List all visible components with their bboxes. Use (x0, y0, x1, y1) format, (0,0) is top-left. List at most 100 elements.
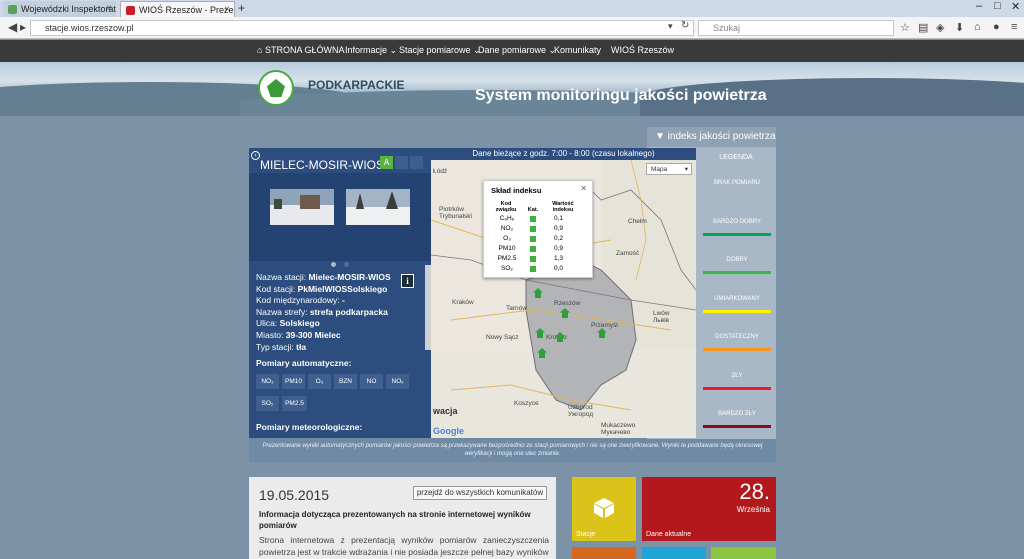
tile-dane-aktualne[interactable]: 28. Września Dane aktualne (642, 477, 776, 541)
station-info: Nazwa stacji: Mielec-MOSIR-WIOS Kod stacj… (256, 272, 391, 353)
gallery-dot[interactable] (331, 262, 336, 267)
forward-icon[interactable]: ▸ (20, 20, 26, 34)
menu-dane-pomiarowe[interactable]: Dane pomiarowe ⌄ (478, 45, 556, 56)
station-photo[interactable] (346, 189, 410, 225)
menu-komunikaty[interactable]: Komunikaty (554, 45, 601, 55)
chevron-down-icon: ▾ (684, 166, 688, 173)
menu-stacje-pomiarowe[interactable]: Stacje pomiarowe ⌄ (399, 45, 481, 56)
legend-item-label: BARDZO ZŁY (718, 411, 756, 417)
measurement-chip[interactable]: O₃ (308, 374, 331, 389)
info-icon[interactable]: i (401, 274, 414, 288)
dropdown-icon[interactable]: ▾ (668, 21, 673, 32)
popup-header-cat: Kat. (527, 207, 539, 213)
tile-label: Stacje (576, 531, 596, 538)
close-tab-icon[interactable]: × (224, 4, 230, 15)
reading-list-icon[interactable]: ▤ (918, 21, 928, 34)
station-field-label: Miasto: (256, 329, 286, 340)
measurement-chip[interactable]: PM2.5 (282, 396, 307, 411)
close-window-button[interactable]: ✕ (1011, 0, 1020, 13)
collapse-icon[interactable]: ‹ (251, 151, 260, 160)
close-icon[interactable]: ✕ (580, 184, 587, 193)
home-icon[interactable]: ⌂ (974, 21, 981, 33)
measurement-chip[interactable]: NO₂ (256, 374, 279, 389)
station-field: Nazwa strefy: strefa podkarpacka (256, 307, 391, 319)
google-logo: Google (433, 426, 464, 436)
menu-wios-rzeszow[interactable]: WIOŚ Rzeszów (611, 45, 674, 55)
legend-color-bar (703, 387, 771, 390)
back-icon[interactable]: ◀ (8, 20, 17, 34)
map-label-lodz: Łódź (433, 168, 448, 175)
popup-title: Skład indeksu (491, 186, 542, 195)
tile-partial[interactable] (572, 547, 636, 559)
measurement-chip[interactable]: SO₂ (256, 396, 279, 411)
current-data-header: Dane bieżące z godz. 7:00 - 8:00 (czasu … (431, 148, 696, 160)
category-square (530, 226, 536, 232)
chat-icon[interactable]: ● (993, 21, 1000, 33)
region-logo[interactable] (258, 70, 294, 106)
legend-color-bar (703, 310, 771, 313)
station-field-value: Mielec-MOSIR-WIOS (308, 272, 391, 282)
tile-partial[interactable] (711, 547, 776, 559)
category-square (530, 266, 536, 272)
legend-item-label: ZŁY (731, 373, 743, 379)
news-date: 19.05.2015 (259, 487, 330, 503)
station-panel: ‹ MIELEC-MOSIR-WIOS A Nazwa stacji: Miel… (249, 148, 431, 438)
popup-value: 1,3 (554, 255, 564, 262)
maximize-button[interactable]: □ (994, 0, 1001, 12)
reload-icon[interactable]: ↻ (681, 20, 689, 31)
system-title: System monitoringu jakości powietrza (475, 87, 767, 104)
measurement-chip[interactable]: NO (360, 374, 383, 389)
tile-stacje[interactable]: Stacje (572, 477, 636, 541)
new-tab-button[interactable]: + (238, 1, 245, 15)
favicon-icon (8, 5, 17, 14)
url-bar[interactable]: stacje.wios.rzeszow.pl (30, 20, 694, 36)
measurement-chip[interactable]: PM10 (282, 374, 305, 389)
close-tab-icon[interactable]: × (106, 3, 112, 14)
menu-home[interactable]: ⌂ STRONA GŁÓWNA (257, 45, 344, 55)
category-square (530, 216, 536, 222)
aqi-placeholder (395, 156, 408, 169)
site-menu: ⌂ STRONA GŁÓWNA Informacje ⌄ Stacje pomi… (0, 40, 1024, 62)
all-news-button[interactable]: przejdź do wszystkich komunikatów (413, 486, 547, 500)
station-field: Nazwa stacji: Mielec-MOSIR-WIOS (256, 272, 391, 284)
measurement-chip[interactable]: BZN (334, 374, 357, 389)
minimize-button[interactable]: – (976, 0, 982, 12)
station-field-value: - (342, 295, 345, 306)
browser-tab-active[interactable]: WIOŚ Rzeszów - Prezentacj... × (120, 1, 235, 17)
bookmark-star-icon[interactable]: ☆ (900, 21, 910, 34)
popup-header-code: Kod związku (495, 201, 517, 213)
station-photo[interactable] (270, 189, 334, 225)
popup-code: PM10 (498, 245, 516, 252)
browser-tab-wios[interactable]: Wojewódzki Inspektorat O... × (3, 1, 116, 17)
legend-toggle[interactable]: ▼ indeks jakości powietrza (647, 127, 776, 147)
aqi-badge[interactable]: A (380, 156, 393, 169)
map-type-select[interactable]: Mapa ▾ (646, 163, 692, 175)
station-field-value: tła (296, 341, 307, 352)
menu-informacje[interactable]: Informacje ⌄ (345, 45, 397, 56)
station-field-value: strefa podkarpacka (309, 306, 388, 317)
station-field: Kod międzynarodowy: - (256, 295, 391, 307)
favicon-icon (126, 6, 135, 15)
header-banner: PODKARPACKIE System monitoringu jakości … (0, 62, 1024, 116)
search-input[interactable]: Szukaj (698, 20, 894, 36)
station-field-value: PkMielWIOSSolskiego (297, 283, 388, 294)
legend-color-bar (703, 425, 771, 428)
category-square (530, 236, 536, 242)
menu-icon[interactable]: ≡ (1011, 21, 1017, 33)
browser-nav-bar: ◀ ▸ stacje.wios.rzeszow.pl ▾ ↻ Szukaj ☆ … (0, 17, 1024, 39)
popup-code: C₆H₆ (499, 215, 515, 222)
news-title[interactable]: Informacja dotycząca prezentowanych na s… (259, 509, 549, 531)
measurement-chip[interactable]: NOₓ (386, 374, 409, 389)
gallery-dot[interactable] (344, 262, 349, 267)
map-label-krosno: Krosno (546, 334, 567, 341)
download-icon[interactable]: ⬇ (955, 21, 964, 34)
map-label-krakow: Kraków (452, 299, 474, 306)
legend-title: LEGENDA (719, 154, 753, 161)
legend-item-label: DOSTATECZNY (715, 334, 759, 340)
cube-icon (594, 498, 614, 518)
shield-icon[interactable]: ◈ (936, 21, 944, 34)
auto-measurements-label: Pomiary automatyczne: (256, 358, 352, 368)
map-label-nowy-sacz: Nowy Sącz (486, 334, 519, 341)
tile-partial[interactable] (642, 547, 706, 559)
station-field: Ulica: Solskiego (256, 318, 391, 330)
